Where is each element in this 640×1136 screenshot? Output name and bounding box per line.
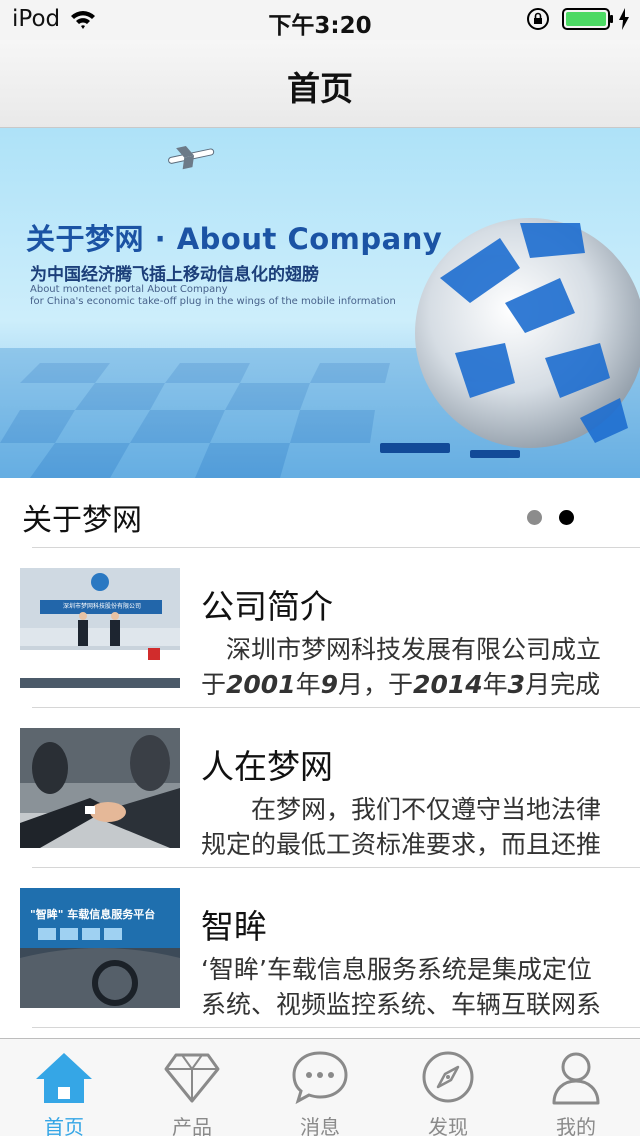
status-right xyxy=(526,7,630,31)
page-indicator[interactable] xyxy=(510,510,574,525)
chat-bubble-icon xyxy=(292,1051,348,1105)
banner-caption-2: for China's economic take-off plug in th… xyxy=(30,296,396,307)
battery-icon xyxy=(562,8,613,30)
item-description-line-2: 系统、视频监控系统、车辆互联网系 xyxy=(201,990,602,1019)
tab-mine[interactable]: 我的 xyxy=(512,1039,640,1136)
banner-title: 关于梦网 · About Company xyxy=(26,222,443,256)
list-item-people[interactable]: 人在梦网 在梦网，我们不仅遵守当地法律 规定的最低工资标准要求，而且还推 xyxy=(0,708,640,868)
banner-carousel[interactable]: 关于梦网 · About Company 为中国经济腾飞插上移动信息化的翅膀 A… xyxy=(0,128,640,478)
page-title: 首页 xyxy=(287,69,353,108)
diamond-icon xyxy=(164,1053,220,1103)
section-title: 关于梦网 xyxy=(22,503,142,538)
tab-bar: 首页 产品 消息 发现 我的 xyxy=(0,1038,640,1136)
item-description-line-1: 在梦网，我们不仅遵守当地法律 xyxy=(201,795,602,824)
item-description-line-2: 规定的最低工资标准要求，而且还推 xyxy=(201,830,602,859)
tab-label: 首页 xyxy=(44,1115,84,1136)
item-description: 深圳市梦网科技发展有限公司成立 于2001年9月，于2014年3月完成股 xyxy=(201,632,621,702)
vehicle-platform-thumbnail: "智眸" 车载信息服务平台 xyxy=(20,888,180,1008)
banner-caption-1: About montenet portal About Company xyxy=(30,284,228,295)
tab-products[interactable]: 产品 xyxy=(128,1039,256,1136)
platform-title-text: "智眸" 车载信息服务平台 xyxy=(30,908,156,921)
item-description: 在梦网，我们不仅遵守当地法律 规定的最低工资标准要求，而且还推 xyxy=(201,792,621,862)
tab-home[interactable]: 首页 xyxy=(0,1039,128,1136)
company-lobby-thumbnail: 深圳市梦网科技股份有限公司 xyxy=(20,568,180,688)
rotation-lock-icon xyxy=(527,8,549,30)
item-title: 公司简介 xyxy=(201,587,333,626)
item-description-line-1: 深圳市梦网科技发展有限公司成立 xyxy=(201,635,602,664)
tab-label: 消息 xyxy=(300,1115,340,1136)
section-header: 关于梦网 xyxy=(0,478,640,548)
charging-bolt-icon xyxy=(619,8,629,30)
status-bar: iPod 下午3:20 xyxy=(0,0,640,40)
handshake-thumbnail xyxy=(20,728,180,848)
compass-icon xyxy=(422,1051,474,1103)
tab-label: 产品 xyxy=(172,1115,212,1136)
item-description-line-1: ‘智眸’车载信息服务系统是集成定位 xyxy=(201,955,592,984)
item-description: ‘智眸’车载信息服务系统是集成定位 系统、视频监控系统、车辆互联网系 xyxy=(201,952,621,1022)
tab-label: 我的 xyxy=(556,1115,596,1136)
home-icon xyxy=(36,1053,92,1103)
banner-subtitle: 为中国经济腾飞插上移动信息化的翅膀 xyxy=(30,265,319,285)
list-item-zhimou[interactable]: "智眸" 车载信息服务平台 智眸 ‘智眸’车载信息服务系统是集成定位 系统、视频… xyxy=(0,868,640,1028)
navigation-bar: 首页 xyxy=(0,40,640,128)
item-title: 智眸 xyxy=(201,907,267,946)
list-item-company-profile[interactable]: 深圳市梦网科技股份有限公司 公司简介 深圳市梦网科技发展有限公司成立 于2001… xyxy=(0,548,640,708)
divider xyxy=(32,1027,640,1028)
lobby-sign-text: 深圳市梦网科技股份有限公司 xyxy=(62,603,141,610)
tab-label: 发现 xyxy=(428,1115,468,1136)
user-icon xyxy=(552,1052,600,1105)
tab-messages[interactable]: 消息 xyxy=(256,1039,384,1136)
page-dot-2[interactable] xyxy=(559,510,574,525)
item-title: 人在梦网 xyxy=(201,747,333,786)
page-dot-1[interactable] xyxy=(527,510,542,525)
item-description-line-2: 于2001年9月，于2014年3月完成股 xyxy=(201,670,601,699)
tab-discover[interactable]: 发现 xyxy=(384,1039,512,1136)
